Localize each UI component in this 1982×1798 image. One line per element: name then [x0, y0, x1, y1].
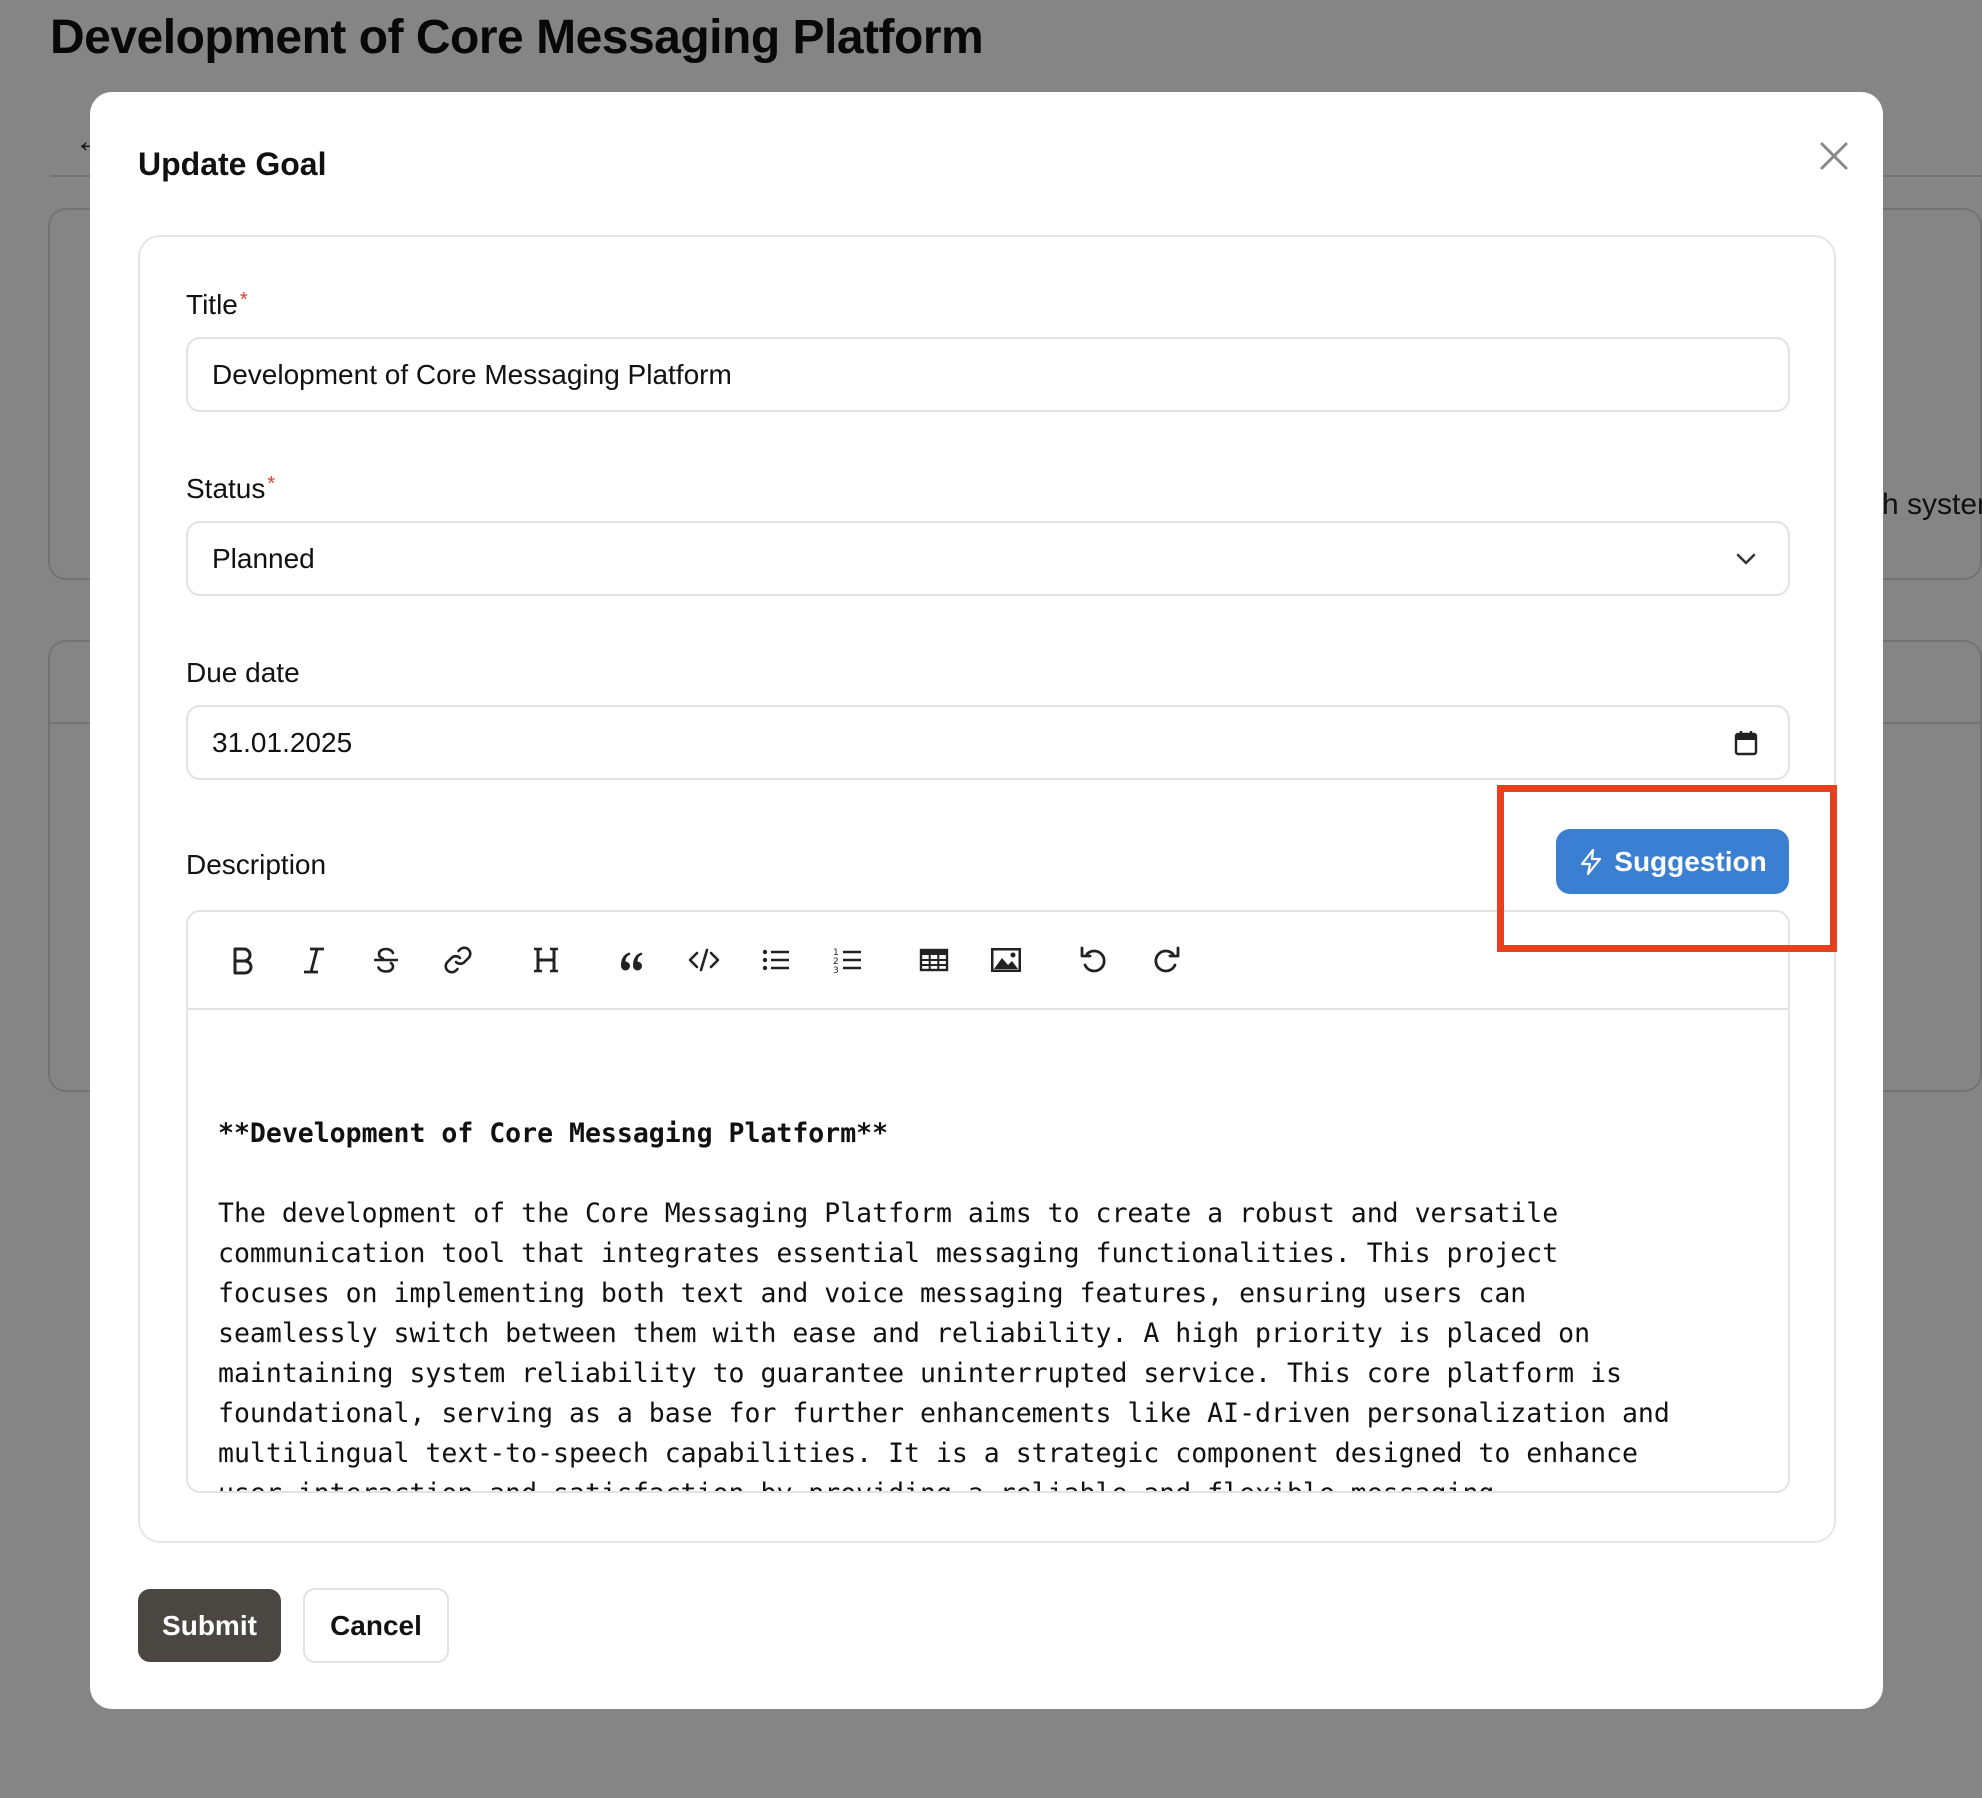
update-goal-dialog: Update Goal Title * Development of Core M…: [90, 92, 1883, 1709]
cancel-button[interactable]: Cancel: [303, 1588, 449, 1663]
close-icon: [1820, 142, 1848, 170]
numbered-list-icon[interactable]: 123: [822, 934, 874, 986]
status-select[interactable]: Planned: [186, 521, 1790, 596]
title-label: Title *: [186, 289, 248, 320]
image-icon[interactable]: [980, 934, 1032, 986]
editor-toolbar: 123: [188, 912, 1788, 1010]
bold-icon[interactable]: [216, 934, 268, 986]
status-label: Status *: [186, 473, 276, 504]
description-text[interactable]: **Development of Core Messaging Platform…: [218, 1034, 1768, 1491]
description-body: The development of the Core Messaging Pl…: [218, 1198, 1670, 1491]
description-heading: **Development of Core Messaging Platform…: [218, 1118, 889, 1149]
required-asterisk: *: [267, 473, 276, 495]
bullet-list-icon[interactable]: [750, 934, 802, 986]
link-icon[interactable]: [432, 934, 484, 986]
description-label: Description: [186, 849, 327, 880]
due-date-value: 31.01.2025: [212, 726, 353, 758]
title-input-value: Development of Core Messaging Platform: [212, 358, 732, 390]
table-icon[interactable]: [908, 934, 960, 986]
italic-icon[interactable]: [288, 934, 340, 986]
svg-text:3: 3: [833, 966, 839, 976]
submit-button[interactable]: Submit: [138, 1589, 281, 1662]
dialog-title: Update Goal: [138, 146, 327, 182]
due-date-label: Due date: [186, 657, 300, 688]
due-date-input[interactable]: 31.01.2025: [186, 705, 1790, 780]
chevron-down-icon: [1726, 539, 1766, 579]
quote-icon[interactable]: [606, 934, 658, 986]
title-input[interactable]: Development of Core Messaging Platform: [186, 337, 1790, 412]
required-asterisk: *: [239, 289, 248, 311]
goal-form: Title * Development of Core Messaging Pla…: [138, 235, 1836, 1543]
close-button[interactable]: [1806, 128, 1862, 184]
lightning-icon: [1581, 848, 1602, 875]
calendar-icon[interactable]: [1726, 723, 1766, 763]
heading-icon[interactable]: [520, 934, 572, 986]
redo-icon[interactable]: [1140, 934, 1192, 986]
code-icon[interactable]: [678, 934, 730, 986]
status-select-value: Planned: [212, 542, 315, 574]
undo-icon[interactable]: [1068, 934, 1120, 986]
suggestion-button[interactable]: Suggestion: [1556, 829, 1789, 894]
description-editor[interactable]: 123 **Development of Core Messaging Plat…: [186, 910, 1790, 1493]
suggestion-button-label: Suggestion: [1614, 845, 1767, 877]
strikethrough-icon[interactable]: [360, 934, 412, 986]
